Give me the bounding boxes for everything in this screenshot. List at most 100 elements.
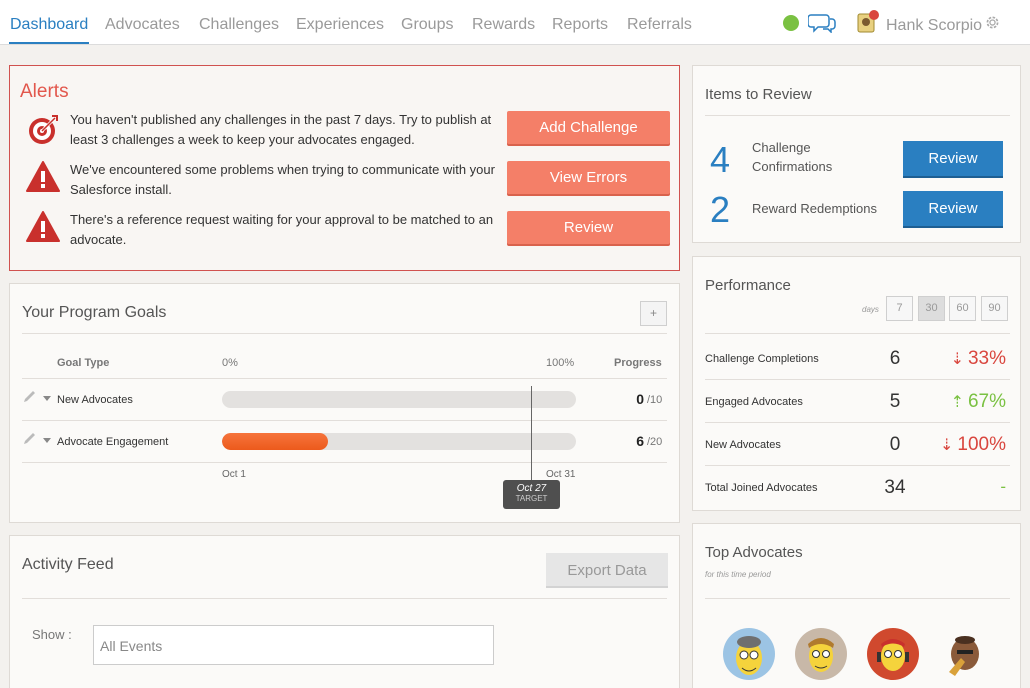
- alert-text: You haven't published any challenges in …: [70, 112, 492, 147]
- top-advocates-panel: Top Advocates for this time period: [692, 523, 1021, 688]
- review-count: 2: [710, 189, 731, 230]
- alert-text: We've encountered some problems when try…: [70, 162, 495, 197]
- feed-title: Activity Feed: [22, 556, 114, 573]
- review-reference-button[interactable]: Review: [507, 211, 670, 244]
- divider: [22, 420, 667, 421]
- metric-change: ⇣ 100%: [940, 434, 1006, 456]
- metric-label: New Advocates: [705, 439, 781, 451]
- target-tooltip: Oct 27 TARGET: [503, 480, 560, 509]
- tab-reports[interactable]: Reports: [551, 0, 609, 44]
- col-zero: 0%: [222, 357, 238, 369]
- activity-feed-panel: Activity Feed Export Data Show : All Eve…: [9, 535, 680, 688]
- metric-value: 6: [889, 348, 901, 369]
- goals-title: Your Program Goals: [22, 304, 167, 321]
- alerts-panel: Alerts You haven't published any challen…: [9, 65, 680, 271]
- metric-change: ⇡ 67%: [951, 391, 1006, 413]
- event-filter-select[interactable]: All Events: [93, 625, 494, 665]
- review-count: 4: [710, 139, 731, 180]
- warning-icon: [26, 211, 60, 242]
- days-60-button[interactable]: 60: [949, 296, 976, 321]
- timeline-end-label: Oct 31: [546, 469, 576, 480]
- chevron-down-icon[interactable]: [43, 438, 51, 443]
- target-label: TARGET: [515, 494, 548, 503]
- col-progress: Progress: [614, 357, 662, 369]
- metric-change-value: 67%: [967, 391, 1006, 412]
- performance-title: Performance: [705, 277, 791, 294]
- chevron-down-icon[interactable]: [43, 396, 51, 401]
- col-goal-type: Goal Type: [57, 357, 110, 369]
- goal-progress-max: /10: [647, 394, 663, 406]
- advocate-avatar-3[interactable]: [867, 628, 919, 680]
- review-confirmations-button[interactable]: Review: [903, 141, 1003, 176]
- tab-advocates[interactable]: Advocates: [104, 0, 181, 44]
- advocate-avatar-1[interactable]: [723, 628, 775, 680]
- review-redemptions-button[interactable]: Review: [903, 191, 1003, 226]
- metric-value: 34: [884, 477, 906, 498]
- edit-pencil-icon[interactable]: [22, 390, 38, 404]
- divider: [705, 422, 1010, 423]
- time-period-note: for this time period: [705, 570, 771, 579]
- metric-label: Challenge Completions: [705, 353, 819, 365]
- metric-label: Total Joined Advocates: [705, 482, 818, 494]
- tab-referrals[interactable]: Referrals: [626, 0, 693, 44]
- metric-value: 5: [889, 391, 901, 412]
- gear-icon[interactable]: [984, 14, 1001, 31]
- review-label: Challenge Confirmations: [752, 140, 833, 174]
- user-avatar-icon[interactable]: [857, 10, 879, 34]
- metric-value: 0: [889, 434, 901, 455]
- divider: [22, 462, 667, 463]
- days-7-button[interactable]: 7: [886, 296, 913, 321]
- timeline-start-label: Oct 1: [222, 469, 246, 480]
- goal-progress-bar: [222, 391, 576, 408]
- top-nav: Dashboard Advocates Challenges Experienc…: [0, 0, 1030, 45]
- view-errors-button[interactable]: View Errors: [507, 161, 670, 194]
- goal-name: Advocate Engagement: [57, 436, 169, 448]
- user-name[interactable]: Hank Scorpio: [886, 17, 982, 35]
- metric-change-value: 100%: [957, 434, 1006, 455]
- show-label: Show :: [32, 627, 72, 642]
- target-date: Oct 27: [516, 483, 547, 494]
- alert-text: There's a reference request waiting for …: [70, 212, 494, 247]
- arrow-down-icon: ⇣: [950, 351, 964, 368]
- divider: [705, 379, 1010, 380]
- tab-groups[interactable]: Groups: [400, 0, 454, 44]
- metric-change-value: 33%: [967, 348, 1006, 369]
- target-icon: [29, 115, 58, 144]
- divider: [22, 333, 667, 334]
- goal-progress-value: 0: [636, 391, 644, 407]
- arrow-down-icon: ⇣: [939, 437, 954, 454]
- items-to-review-panel: Items to Review 4 Challenge Confirmation…: [692, 65, 1021, 243]
- add-goal-button[interactable]: +: [640, 301, 667, 326]
- col-hundred: 100%: [546, 357, 575, 369]
- edit-pencil-icon[interactable]: [22, 432, 38, 446]
- tab-rewards[interactable]: Rewards: [471, 0, 536, 44]
- divider: [22, 598, 667, 599]
- days-label: days: [862, 305, 879, 314]
- advocate-avatar-2[interactable]: [795, 628, 847, 680]
- days-30-button[interactable]: 30: [918, 296, 945, 321]
- advocate-avatar-4[interactable]: [939, 628, 991, 680]
- warning-icon: [26, 161, 60, 192]
- goal-name: New Advocates: [57, 394, 133, 406]
- days-90-button[interactable]: 90: [981, 296, 1008, 321]
- arrow-up-icon: ⇡: [950, 394, 964, 411]
- tab-challenges[interactable]: Challenges: [198, 0, 280, 44]
- divider: [705, 598, 1010, 599]
- metric-change: -: [1000, 477, 1006, 496]
- review-label: Reward Redemptions: [752, 201, 878, 216]
- divider: [705, 333, 1010, 334]
- add-challenge-button[interactable]: Add Challenge: [507, 111, 670, 144]
- export-data-button[interactable]: Export Data: [546, 553, 668, 588]
- alerts-title: Alerts: [20, 81, 69, 102]
- program-goals-panel: Your Program Goals + Goal Type 0% 100% P…: [9, 283, 680, 523]
- goal-progress-bar: [222, 433, 576, 450]
- target-marker-line: [531, 386, 532, 484]
- chat-icon[interactable]: [808, 11, 836, 33]
- goal-progress-fill: [222, 433, 329, 450]
- divider: [22, 378, 667, 379]
- top-advocates-title: Top Advocates: [705, 544, 803, 561]
- tab-experiences[interactable]: Experiences: [295, 0, 385, 44]
- tab-dashboard[interactable]: Dashboard: [9, 0, 90, 44]
- goal-progress-max: /20: [647, 436, 663, 448]
- divider: [705, 465, 1010, 466]
